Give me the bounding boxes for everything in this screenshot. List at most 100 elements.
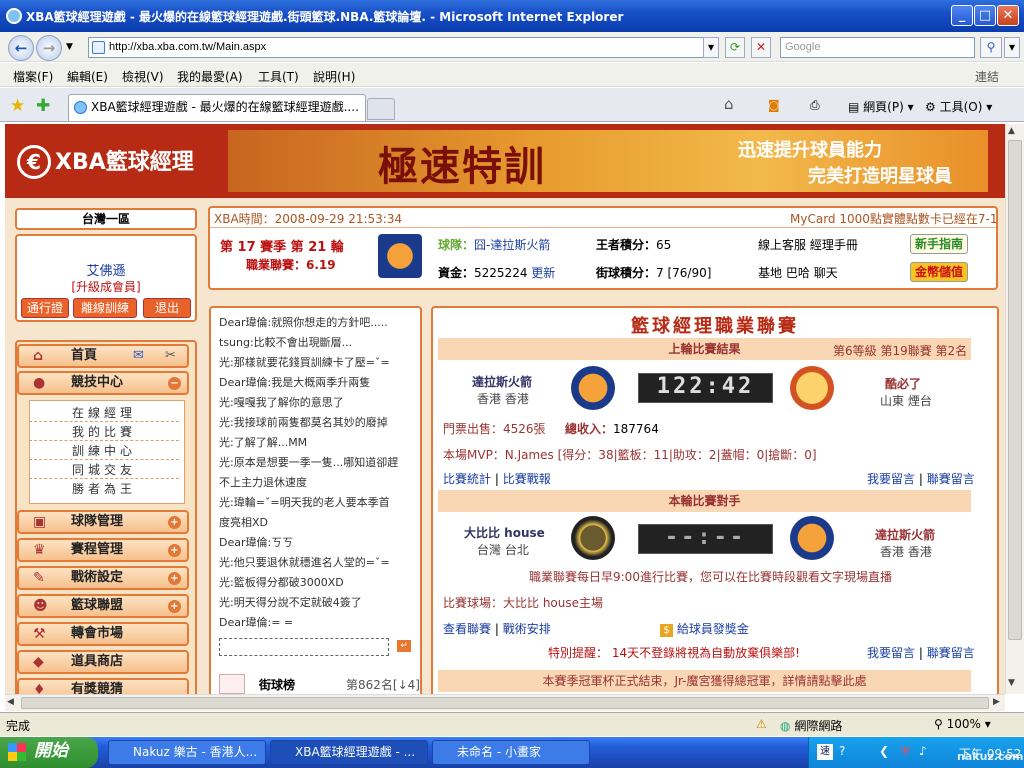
favorites-star-icon[interactable]: ★ <box>10 96 25 116</box>
zoom-level[interactable]: ⚲ 100% ▾ <box>934 717 991 731</box>
nav-more[interactable]: ♦ 有獎競猜 <box>17 678 189 694</box>
maximize-button[interactable]: □ <box>974 5 996 26</box>
chat-input[interactable] <box>219 638 389 656</box>
bahamut-link[interactable]: 巴哈 <box>786 266 810 280</box>
history-dropdown-icon[interactable]: ▼ <box>66 42 73 52</box>
xba-logo[interactable]: € XBA籃球經理 <box>17 144 194 179</box>
base-link[interactable]: 基地 <box>758 266 782 280</box>
sub-my-matches[interactable]: 我的比賽 <box>29 423 179 441</box>
search-icon[interactable]: ⚲ <box>980 37 1002 58</box>
nav-home[interactable]: ⌂ 首頁 ✉ ✂ <box>17 344 189 368</box>
address-input[interactable]: http://xba.xba.com.tw/Main.aspx <box>88 37 718 58</box>
away-team-name[interactable]: 酷必了 <box>885 375 921 392</box>
forward-button[interactable]: → <box>36 35 62 61</box>
nav-schedule[interactable]: ♛ 賽程管理 + <box>17 538 189 562</box>
menu-favorites[interactable]: 我的最愛(A) <box>177 68 243 85</box>
search-input[interactable]: Google <box>780 37 975 58</box>
new-tab-button[interactable] <box>367 98 395 120</box>
horizontal-scrollbar[interactable]: ◀ ▶ <box>5 694 1005 711</box>
sub-online-manager[interactable]: 在線經理 <box>29 404 179 422</box>
chat-link[interactable]: 聊天 <box>814 266 838 280</box>
taskbar-item-nakuz[interactable]: Nakuz 樂古 - 香港人... <box>108 740 266 765</box>
menu-tools[interactable]: 工具(T) <box>258 68 299 85</box>
menu-file[interactable]: 檔案(F) <box>13 68 53 85</box>
stop-icon[interactable]: ✕ <box>751 37 771 58</box>
page-menu[interactable]: ▤ 網頁(P) ▾ <box>848 98 914 115</box>
minimize-button[interactable]: _ <box>951 5 973 26</box>
award-link[interactable]: 給球員發獎金 <box>677 622 749 636</box>
refresh-icon[interactable]: ⟳ <box>725 37 745 58</box>
service-link[interactable]: 線上客服 <box>758 238 806 252</box>
help-icon[interactable]: ? <box>839 744 845 758</box>
tools-menu[interactable]: ⚙ 工具(O) ▾ <box>925 98 992 115</box>
expand-icon[interactable]: + <box>168 516 181 529</box>
leave-message-link[interactable]: 我要留言 <box>867 646 915 660</box>
address-dropdown-icon[interactable]: ▾ <box>703 37 719 58</box>
tools-icon[interactable]: ✂ <box>165 346 176 366</box>
upgrade-link[interactable]: [升級成會員] <box>17 278 195 295</box>
next-home-team[interactable]: 大比比 house <box>464 524 545 541</box>
collapse-icon[interactable]: − <box>168 377 181 390</box>
taskbar-item-paint[interactable]: 未命名 - 小畫家 <box>432 740 590 765</box>
add-favorite-icon[interactable]: ✚ <box>36 96 50 116</box>
tray-arrow-icon[interactable]: ❮ <box>879 744 889 758</box>
manual-link[interactable]: 經理手冊 <box>810 238 858 252</box>
user-name[interactable]: 艾佛遜 <box>17 260 195 279</box>
home-icon[interactable]: ⌂ <box>724 95 734 113</box>
nav-transfer[interactable]: ⚒ 轉會市場 <box>17 622 189 646</box>
menu-edit[interactable]: 編輯(E) <box>67 68 108 85</box>
sub-friends[interactable]: 同城交友 <box>29 461 179 479</box>
gold-topup-button[interactable]: 金幣儲值 <box>910 262 968 282</box>
scroll-up-icon[interactable]: ▲ <box>1008 126 1015 136</box>
tab-xba[interactable]: XBA籃球經理遊戲 - 最火爆的在線籃球經理遊戲.... <box>68 94 366 121</box>
nav-team[interactable]: ▣ 球隊管理 + <box>17 510 189 534</box>
nav-shop[interactable]: ◆ 道具商店 <box>17 650 189 674</box>
nav-tactics[interactable]: ✎ 戰術設定 + <box>17 566 189 590</box>
nav-arena[interactable]: ● 競技中心 − <box>17 371 189 395</box>
sub-winner[interactable]: 勝者為王 <box>29 480 179 498</box>
award-bonus[interactable]: $ 給球員發獎金 <box>660 620 749 637</box>
start-button[interactable]: 開始 <box>0 737 98 768</box>
guide-button[interactable]: 新手指南 <box>910 234 968 254</box>
volume-icon[interactable]: ♪ <box>919 744 927 758</box>
offline-training-button[interactable]: 離線訓練 <box>73 298 137 318</box>
send-icon[interactable]: ↵ <box>397 640 411 652</box>
taskbar-item-xba[interactable]: XBA籃球經理遊戲 - ... <box>270 740 428 765</box>
view-league-link[interactable]: 查看聯賽 <box>443 622 491 636</box>
expand-icon[interactable]: + <box>168 544 181 557</box>
feeds-icon[interactable]: ◙ <box>768 98 780 112</box>
match-report-link[interactable]: 比賽戰報 <box>503 472 551 486</box>
home-team-name[interactable]: 達拉斯火箭 <box>472 373 532 390</box>
leave-message-link[interactable]: 我要留言 <box>867 472 915 486</box>
menu-help[interactable]: 說明(H) <box>313 68 355 85</box>
pass-button[interactable]: 通行證 <box>21 298 69 318</box>
sub-training-center[interactable]: 訓練中心 <box>29 442 179 460</box>
league-message-link[interactable]: 聯賽留言 <box>927 472 975 486</box>
vertical-scrollbar[interactable]: ▲ ▼ <box>1005 124 1024 694</box>
nav-league[interactable]: ☻ 籃球聯盟 + <box>17 594 189 618</box>
ime-icon[interactable]: 速 <box>817 744 833 760</box>
menu-view[interactable]: 檢視(V) <box>122 68 164 85</box>
links-label[interactable]: 連結 <box>975 68 999 85</box>
mail-icon[interactable]: ✉ <box>133 346 144 366</box>
scroll-left-icon[interactable]: ◀ <box>7 697 14 707</box>
scroll-right-icon[interactable]: ▶ <box>993 697 1000 707</box>
team-name-link[interactable]: 囧-達拉斯火箭 <box>474 238 550 252</box>
scroll-down-icon[interactable]: ▼ <box>1008 678 1015 688</box>
scroll-thumb-h[interactable] <box>21 697 989 709</box>
print-icon[interactable]: ⎙ <box>810 98 820 113</box>
expand-icon[interactable]: + <box>168 572 181 585</box>
expand-icon[interactable]: + <box>168 600 181 613</box>
next-away-team[interactable]: 達拉斯火箭 <box>875 526 935 543</box>
refresh-link[interactable]: 更新 <box>531 266 555 280</box>
search-options-icon[interactable]: ▾ <box>1004 37 1020 58</box>
back-button[interactable]: ← <box>8 35 34 61</box>
tactics-link[interactable]: 戰術安排 <box>503 622 551 636</box>
league-message-link[interactable]: 聯賽留言 <box>927 646 975 660</box>
close-button[interactable]: ✕ <box>997 5 1019 26</box>
promo-banner[interactable]: 極速特訓 迅速提升球員能力 完美打造明星球員 <box>228 130 988 192</box>
match-stats-link[interactable]: 比賽統計 <box>443 472 491 486</box>
logout-button[interactable]: 退出 <box>143 298 191 318</box>
scroll-thumb[interactable] <box>1008 140 1022 640</box>
champion-news[interactable]: 本賽季冠軍杯正式結束，Jr-魔宮獲得總冠軍，詳情請點擊此處 <box>438 670 971 692</box>
